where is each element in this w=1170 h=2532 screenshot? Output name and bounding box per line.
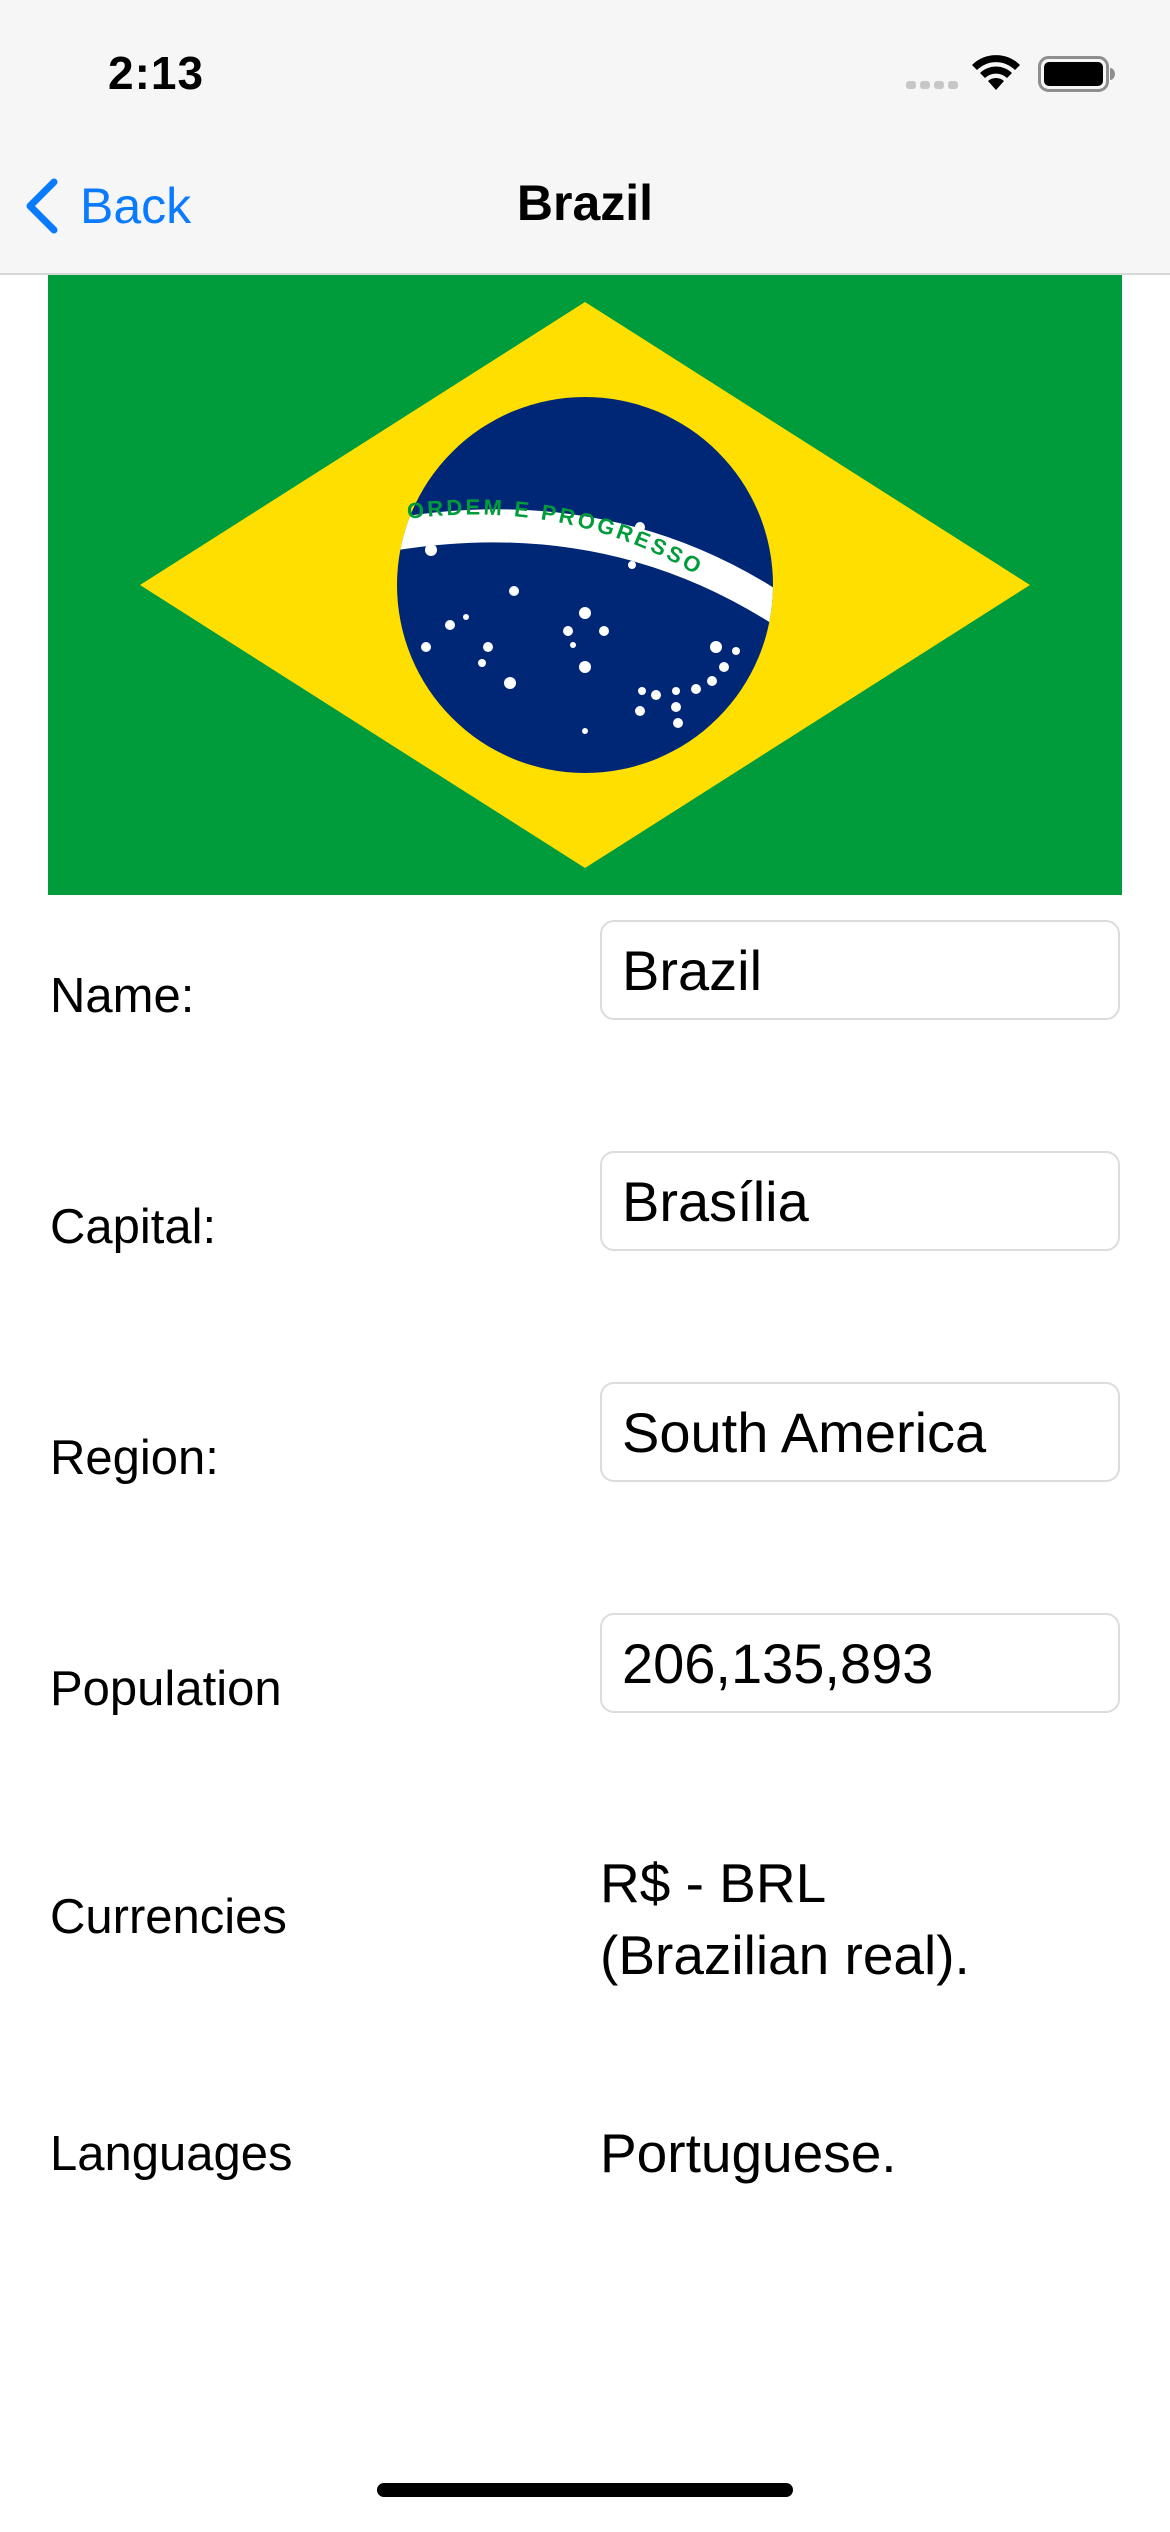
capital-label: Capital: [50, 1200, 217, 1254]
cellular-signal-icon [906, 81, 958, 89]
languages-label: Languages [50, 2127, 293, 2181]
name-label: Name: [50, 969, 195, 1023]
name-field[interactable] [622, 922, 1102, 1018]
region-field-container [600, 1382, 1120, 1482]
status-time: 2:13 [108, 47, 205, 99]
page-title: Brazil [516, 175, 654, 231]
capital-field-container [600, 1151, 1120, 1251]
country-flag-image: ORDEM E PROGRESSO [48, 275, 1122, 895]
name-field-container [600, 920, 1120, 1020]
population-label: Population [50, 1662, 282, 1716]
capital-field[interactable] [622, 1153, 1102, 1249]
currencies-line-2: (Brazilian real). [600, 1924, 970, 1986]
status-bar: 2:13 [0, 0, 1170, 140]
currencies-value: R$ - BRL (Brazilian real). [600, 1847, 1140, 1991]
region-label: Region: [50, 1431, 219, 1485]
currencies-line-1: R$ - BRL [600, 1852, 827, 1914]
languages-value: Portuguese. [600, 2122, 897, 2184]
population-field[interactable] [622, 1615, 1102, 1711]
region-field[interactable] [622, 1384, 1102, 1480]
home-indicator[interactable] [377, 2483, 793, 2497]
population-field-container [600, 1613, 1120, 1713]
wifi-icon [972, 55, 1020, 90]
battery-icon [1038, 56, 1115, 92]
currencies-label: Currencies [50, 1890, 287, 1944]
navigation-bar: Back Brazil [0, 140, 1170, 275]
